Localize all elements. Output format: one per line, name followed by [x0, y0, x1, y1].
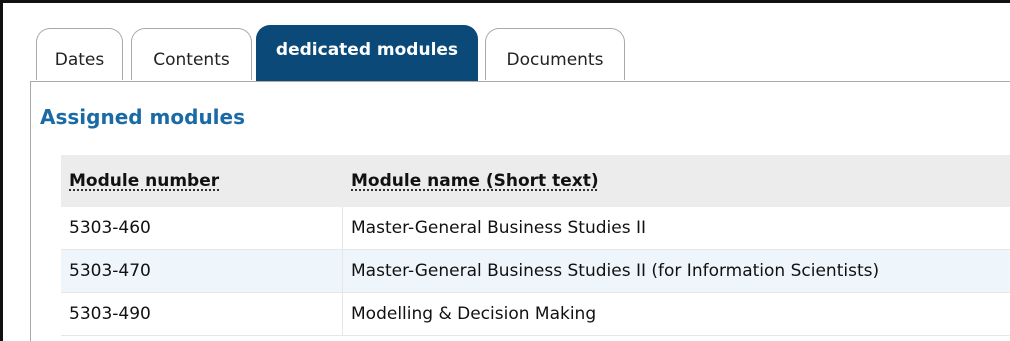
module-number-cell: 5303-460 — [61, 207, 343, 249]
module-name-cell: Master-General Business Studies II (for … — [351, 261, 880, 281]
module-name-cell: Modelling & Decision Making — [351, 304, 597, 324]
tab-label: Dates — [54, 49, 105, 70]
sort-link-module-number[interactable]: Module number — [69, 171, 219, 191]
table-row: 5303-470 Master-General Business Studies… — [61, 250, 1010, 293]
column-header-module-number[interactable]: Module number — [61, 171, 343, 191]
modules-table: Module number Module name (Short text) 5… — [61, 155, 1010, 336]
tab-documents[interactable]: Documents — [485, 28, 625, 80]
tab-dedicated-modules[interactable]: dedicated modules — [256, 25, 478, 81]
section-title: Assigned modules — [40, 105, 245, 129]
tab-label: dedicated modules — [275, 40, 459, 60]
sort-link-module-name[interactable]: Module name (Short text) — [351, 171, 599, 191]
column-header-module-name[interactable]: Module name (Short text) — [343, 171, 1010, 191]
tab-contents[interactable]: Contents — [131, 28, 252, 80]
table-row: 5303-490 Modelling & Decision Making — [61, 293, 1010, 336]
module-number-cell: 5303-470 — [61, 250, 343, 292]
module-number-cell: 5303-490 — [61, 293, 343, 335]
tab-label: Documents — [506, 49, 604, 70]
table-header: Module number Module name (Short text) — [61, 155, 1010, 207]
tab-dates[interactable]: Dates — [36, 28, 123, 80]
tab-label: Contents — [153, 49, 230, 70]
module-name-cell: Master-General Business Studies II — [351, 218, 646, 238]
table-row: 5303-460 Master-General Business Studies… — [61, 207, 1010, 250]
